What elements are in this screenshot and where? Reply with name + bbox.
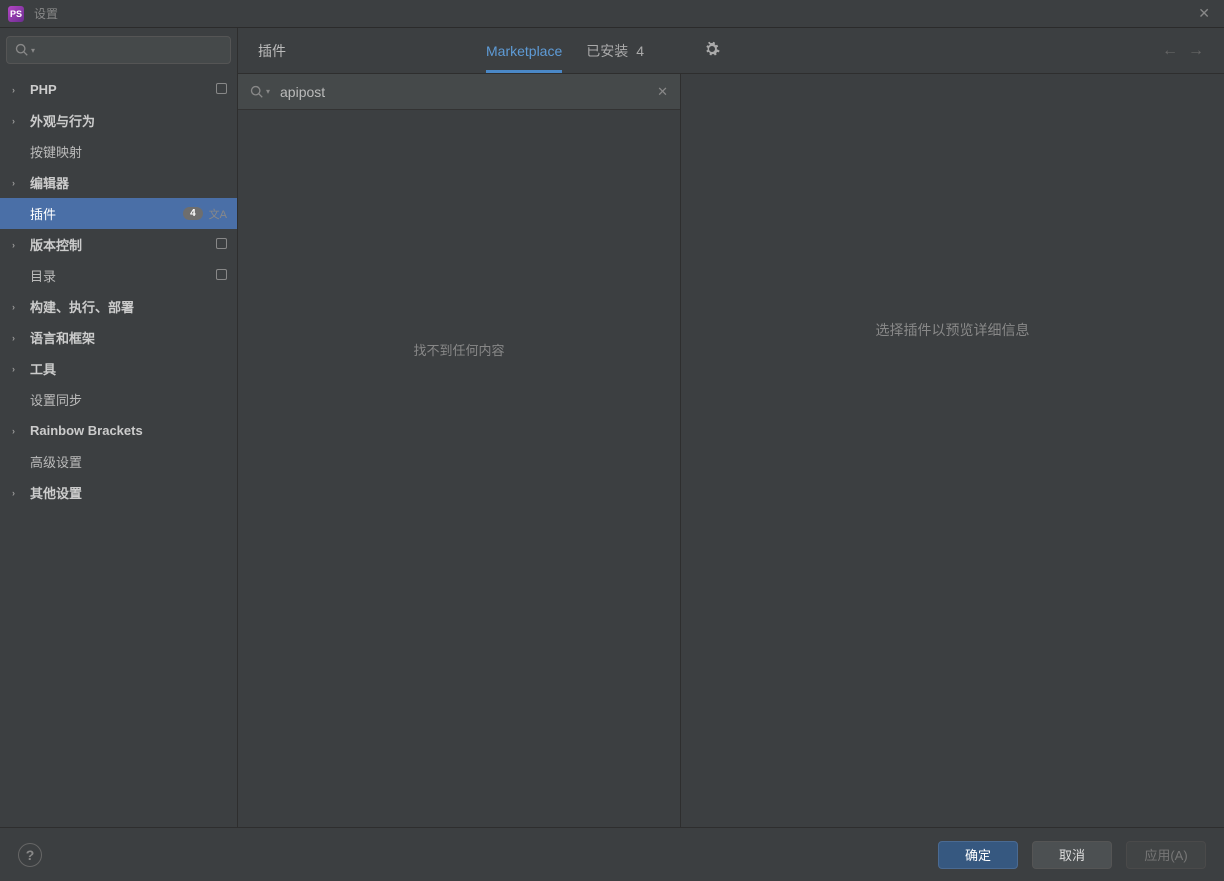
- ok-button[interactable]: 确定: [938, 841, 1018, 869]
- expand-arrow-icon: ›: [12, 85, 24, 95]
- history-nav: ← →: [1162, 42, 1204, 60]
- sidebar-item-label: 按键映射: [30, 142, 82, 161]
- dialog-footer: ? 确定 取消 应用(A): [0, 827, 1224, 881]
- sidebar-item-label: 版本控制: [30, 235, 82, 254]
- sidebar-item[interactable]: › 编辑器: [0, 167, 237, 198]
- search-icon: [250, 85, 264, 99]
- tab-installed[interactable]: 已安装 4: [586, 28, 644, 73]
- plugin-list-column: ▾ ✕ 找不到任何内容: [238, 74, 681, 827]
- project-scope-icon: [216, 269, 227, 283]
- sidebar-item[interactable]: › 构建、执行、部署: [0, 291, 237, 322]
- gear-icon[interactable]: [704, 41, 720, 60]
- sidebar-item[interactable]: › 版本控制: [0, 229, 237, 260]
- window-title: 设置: [34, 5, 58, 22]
- cancel-button[interactable]: 取消: [1032, 841, 1112, 869]
- project-scope-icon: [216, 83, 227, 97]
- sidebar-item[interactable]: 设置同步: [0, 384, 237, 415]
- sidebar-item[interactable]: › 语言和框架: [0, 322, 237, 353]
- sidebar-item-label: 插件: [30, 204, 56, 223]
- expand-arrow-icon: ›: [12, 488, 24, 498]
- installed-count: 4: [636, 43, 644, 59]
- empty-list-text: 找不到任何内容: [413, 340, 504, 359]
- sidebar-item-label: 设置同步: [30, 390, 82, 409]
- forward-icon[interactable]: →: [1188, 42, 1204, 60]
- settings-sidebar: ▾ › PHP › 外观与行为按键映射 › 编辑器插件 4 文A › 版本控制目录 › 构建、执行、部…: [0, 28, 238, 827]
- sidebar-item[interactable]: › 工具: [0, 353, 237, 384]
- chevron-down-icon: ▾: [266, 87, 270, 96]
- expand-arrow-icon: ›: [12, 116, 24, 126]
- plugin-list-empty: 找不到任何内容: [238, 110, 680, 827]
- expand-arrow-icon: ›: [12, 178, 24, 188]
- sidebar-item-label: PHP: [30, 82, 57, 97]
- update-count-badge: 4: [183, 207, 203, 220]
- plugin-content: ▾ ✕ 找不到任何内容 选择插件以预览详细信息: [238, 74, 1224, 827]
- expand-arrow-icon: ›: [12, 333, 24, 343]
- plugin-tabs: Marketplace 已安装 4: [486, 28, 644, 73]
- sidebar-item[interactable]: › Rainbow Brackets: [0, 415, 237, 446]
- expand-arrow-icon: ›: [12, 364, 24, 374]
- sidebar-item[interactable]: 高级设置: [0, 446, 237, 477]
- sidebar-item[interactable]: 插件 4 文A: [0, 198, 237, 229]
- sidebar-item[interactable]: › 其他设置: [0, 477, 237, 508]
- tab-label: Marketplace: [486, 43, 562, 59]
- sidebar-item-label: 构建、执行、部署: [30, 297, 134, 316]
- sidebar-item-label: 高级设置: [30, 452, 82, 471]
- clear-search-icon[interactable]: ✕: [657, 84, 668, 100]
- plugin-search-input[interactable]: [280, 84, 657, 100]
- phpstorm-icon: PS: [8, 6, 24, 22]
- sidebar-item-label: 工具: [30, 359, 56, 378]
- project-scope-icon: [216, 238, 227, 252]
- apply-button[interactable]: 应用(A): [1126, 841, 1206, 869]
- expand-arrow-icon: ›: [12, 240, 24, 250]
- expand-arrow-icon: ›: [12, 302, 24, 312]
- empty-detail-text: 选择插件以预览详细信息: [876, 320, 1030, 340]
- tab-marketplace[interactable]: Marketplace: [486, 28, 562, 73]
- sidebar-item-label: 语言和框架: [30, 328, 95, 347]
- main-header: 插件 Marketplace 已安装 4 ← →: [238, 28, 1224, 74]
- sidebar-item[interactable]: 目录: [0, 260, 237, 291]
- sidebar-search-input[interactable]: ▾: [6, 36, 231, 64]
- sidebar-item[interactable]: › 外观与行为: [0, 105, 237, 136]
- help-icon[interactable]: ?: [18, 843, 42, 867]
- main-content: 插件 Marketplace 已安装 4 ← →: [238, 28, 1224, 827]
- plugin-detail-column: 选择插件以预览详细信息: [681, 74, 1224, 827]
- titlebar: PS 设置 ✕: [0, 0, 1224, 28]
- language-icon: 文A: [209, 206, 227, 222]
- sidebar-item[interactable]: 按键映射: [0, 136, 237, 167]
- sidebar-item-label: Rainbow Brackets: [30, 423, 143, 438]
- breadcrumb: 插件: [258, 41, 286, 61]
- close-icon[interactable]: ✕: [1192, 3, 1216, 24]
- sidebar-item[interactable]: › PHP: [0, 74, 237, 105]
- settings-nav: ›PHP›外观与行为按键映射›编辑器插件4文A›版本控制目录›构建、执行、部署›…: [0, 74, 237, 827]
- sidebar-item-label: 外观与行为: [30, 111, 95, 130]
- search-icon: [15, 43, 29, 57]
- sidebar-item-label: 目录: [30, 266, 56, 285]
- sidebar-item-label: 其他设置: [30, 483, 82, 502]
- chevron-down-icon: ▾: [31, 46, 35, 55]
- tab-label: 已安装: [586, 41, 628, 61]
- back-icon[interactable]: ←: [1162, 42, 1178, 60]
- sidebar-item-label: 编辑器: [30, 173, 69, 192]
- expand-arrow-icon: ›: [12, 426, 24, 436]
- plugin-search-bar: ▾ ✕: [238, 74, 680, 110]
- sidebar-search-container: ▾: [0, 28, 237, 74]
